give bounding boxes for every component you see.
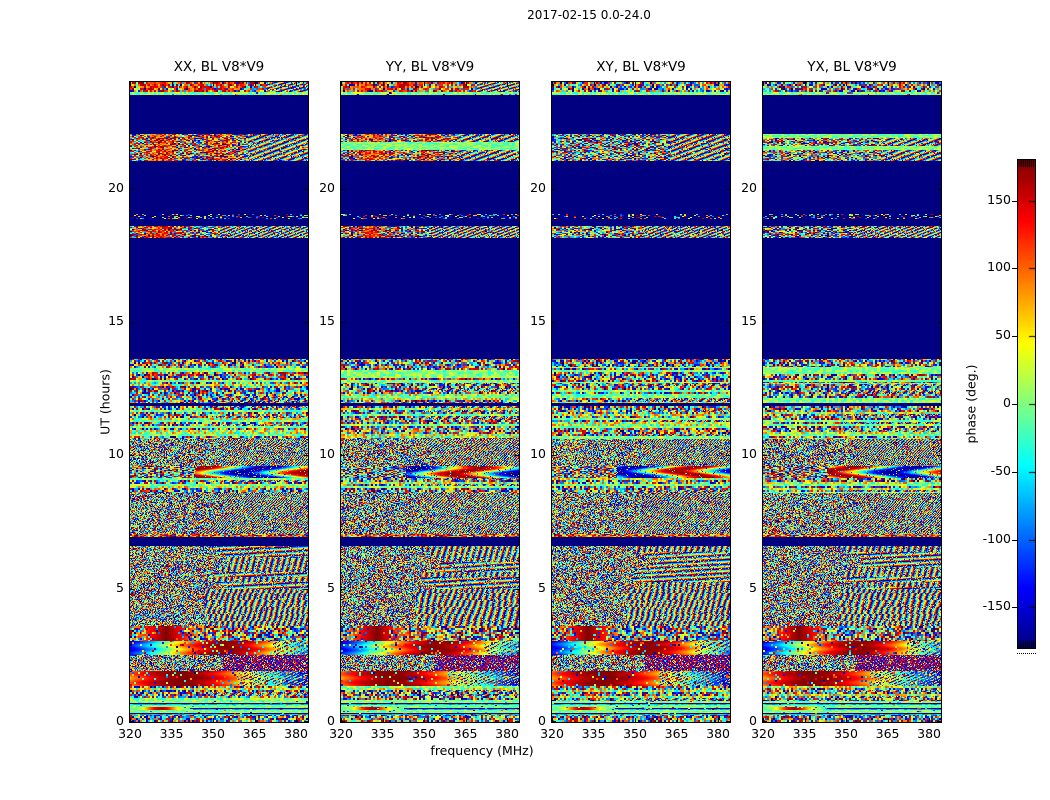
y-tick-label: 15 — [530, 313, 546, 328]
colorbar-tick-mark — [1012, 404, 1017, 405]
heatmap-panel-yy — [340, 81, 520, 723]
colorbar-tick-label: 100 — [987, 259, 1011, 275]
panel-title: XY, BL V8*V9 — [596, 59, 686, 75]
y-tick-label: 20 — [530, 179, 546, 195]
x-tick-label: 335 — [159, 726, 184, 741]
colorbar-tick-label: 150 — [987, 191, 1011, 207]
colorbar-tick-label: -50 — [990, 462, 1011, 478]
y-axis-label: UT (hours) — [97, 369, 113, 435]
y-tick-label: 5 — [327, 579, 335, 595]
y-tick-label: 10 — [319, 446, 335, 462]
y-tick-label: 15 — [741, 313, 757, 328]
colorbar-tick-label: -100 — [982, 530, 1011, 546]
y-tick-label: 20 — [741, 179, 757, 195]
x-tick-label: 335 — [581, 726, 606, 741]
panel-title: YX, BL V8*V9 — [807, 59, 897, 75]
x-axis-label: frequency (MHz) — [430, 743, 534, 758]
x-tick-label: 365 — [242, 726, 267, 741]
x-tick-label: 350 — [201, 726, 225, 741]
x-tick-label: 335 — [792, 726, 817, 741]
colorbar-tick-label: -150 — [982, 598, 1011, 614]
x-tick-label: 350 — [623, 726, 647, 741]
figure: 2017-02-15 0.0-24.0 XX, BL V8*V9 0 5 10 15 20… — [0, 0, 1050, 800]
x-tick-label: 320 — [329, 726, 353, 741]
y-tick-label: 15 — [108, 313, 124, 328]
colorbar-tick-mark — [1012, 336, 1017, 338]
heatmap-panel-yx — [762, 81, 942, 723]
colorbar-bottom-dots — [1017, 653, 1036, 654]
panel-title: XX, BL V8*V9 — [173, 59, 265, 75]
colorbar-gradient — [1017, 159, 1036, 649]
colorbar-tick-mark — [1012, 200, 1017, 202]
panel-title: YY, BL V8*V9 — [385, 59, 475, 75]
colorbar-tick-label: 50 — [995, 327, 1011, 343]
y-tick-label: 5 — [116, 579, 124, 595]
x-tick-label: 350 — [412, 726, 436, 741]
y-tick-label: 10 — [530, 446, 546, 462]
x-tick-label: 335 — [370, 726, 395, 741]
x-tick-label: 350 — [834, 726, 858, 741]
y-tick-label: 10 — [108, 446, 124, 462]
y-tick-label: 5 — [538, 579, 546, 595]
colorbar-tick-mark — [1012, 471, 1017, 473]
y-tick-label: 15 — [319, 313, 335, 328]
colorbar-tick-mark — [1012, 268, 1017, 270]
x-tick-label: 365 — [875, 726, 900, 741]
x-tick-label: 320 — [118, 726, 142, 741]
x-tick-label: 365 — [453, 726, 478, 741]
y-tick-label: 10 — [741, 446, 757, 462]
y-tick-label: 20 — [108, 179, 124, 195]
x-tick-label: 365 — [664, 726, 689, 741]
figure-title: 2017-02-15 0.0-24.0 — [527, 8, 651, 22]
colorbar-tick-label: 0 — [1003, 395, 1011, 410]
x-tick-label: 320 — [751, 726, 775, 741]
x-tick-label: 320 — [540, 726, 564, 741]
colorbar-tick-mark — [1012, 607, 1017, 609]
colorbar-tick-mark — [1012, 539, 1017, 541]
heatmap-panel-xx — [129, 81, 309, 723]
y-tick-label: 20 — [319, 179, 335, 195]
x-tick-label: 380 — [917, 726, 942, 741]
y-tick-label: 5 — [749, 579, 757, 595]
heatmap-panel-xy — [551, 81, 731, 723]
